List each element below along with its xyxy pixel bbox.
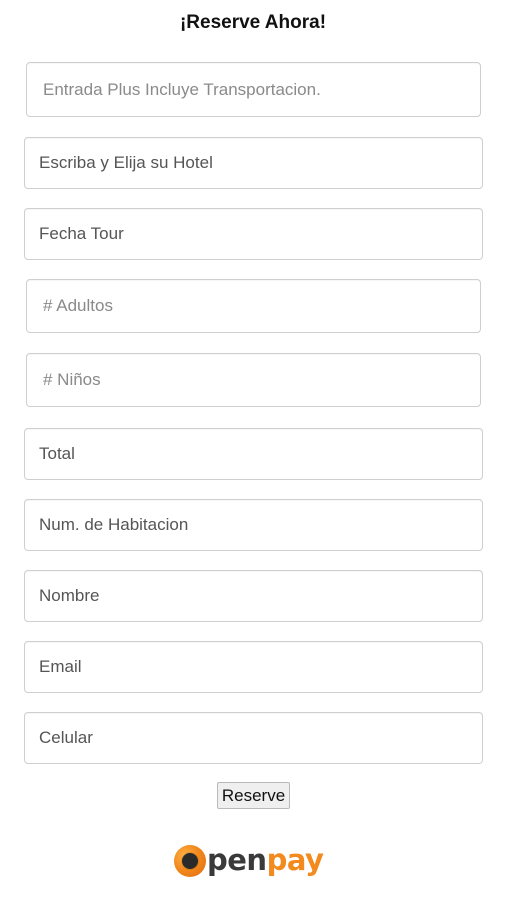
logo-text-orange: pay bbox=[266, 843, 324, 877]
hotel-field[interactable] bbox=[24, 137, 483, 189]
name-field[interactable] bbox=[24, 570, 483, 622]
email-field[interactable] bbox=[24, 641, 483, 693]
adults-field[interactable] bbox=[26, 279, 481, 333]
openpay-o-icon bbox=[174, 845, 206, 877]
form-title: ¡Reserve Ahora! bbox=[179, 12, 327, 33]
reserve-button[interactable]: Reserve bbox=[217, 782, 290, 809]
phone-field[interactable] bbox=[24, 712, 483, 764]
logo-text-dark: pen bbox=[207, 843, 267, 877]
openpay-logo: pen pay bbox=[174, 836, 334, 884]
room-number-field[interactable] bbox=[24, 499, 483, 551]
children-field[interactable] bbox=[26, 353, 481, 407]
total-field[interactable] bbox=[24, 428, 483, 480]
tour-date-field[interactable] bbox=[24, 208, 483, 260]
entrada-field[interactable] bbox=[26, 62, 481, 117]
